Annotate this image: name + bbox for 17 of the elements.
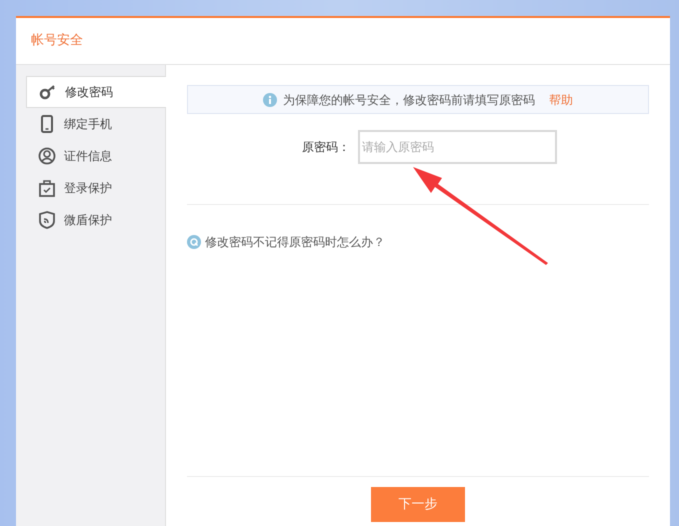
faq-link[interactable]: 修改密码不记得原密码时怎么办？	[205, 233, 385, 251]
sidebar-item[interactable]: 绑定手机	[16, 108, 165, 140]
info-icon	[263, 92, 277, 106]
sidebar-item[interactable]: 微盾保护	[16, 204, 165, 236]
person-icon	[38, 147, 56, 165]
notice-text: 为保障您的帐号安全，修改密码前请填写原密码	[283, 92, 535, 108]
shield-icon	[38, 211, 56, 229]
question-icon	[187, 235, 201, 249]
sidebar-item[interactable]: 登录保护	[16, 172, 165, 204]
sidebar-item[interactable]: 修改密码	[26, 76, 166, 108]
password-field[interactable]: 请输入原密码	[358, 130, 557, 164]
panel-title: 帐号安全	[31, 32, 83, 50]
field-label: 原密码：	[302, 139, 351, 156]
briefcase-icon	[38, 179, 56, 197]
key-icon	[39, 83, 57, 101]
sidebar-item[interactable]: 证件信息	[16, 140, 165, 172]
phone-icon	[38, 115, 56, 133]
